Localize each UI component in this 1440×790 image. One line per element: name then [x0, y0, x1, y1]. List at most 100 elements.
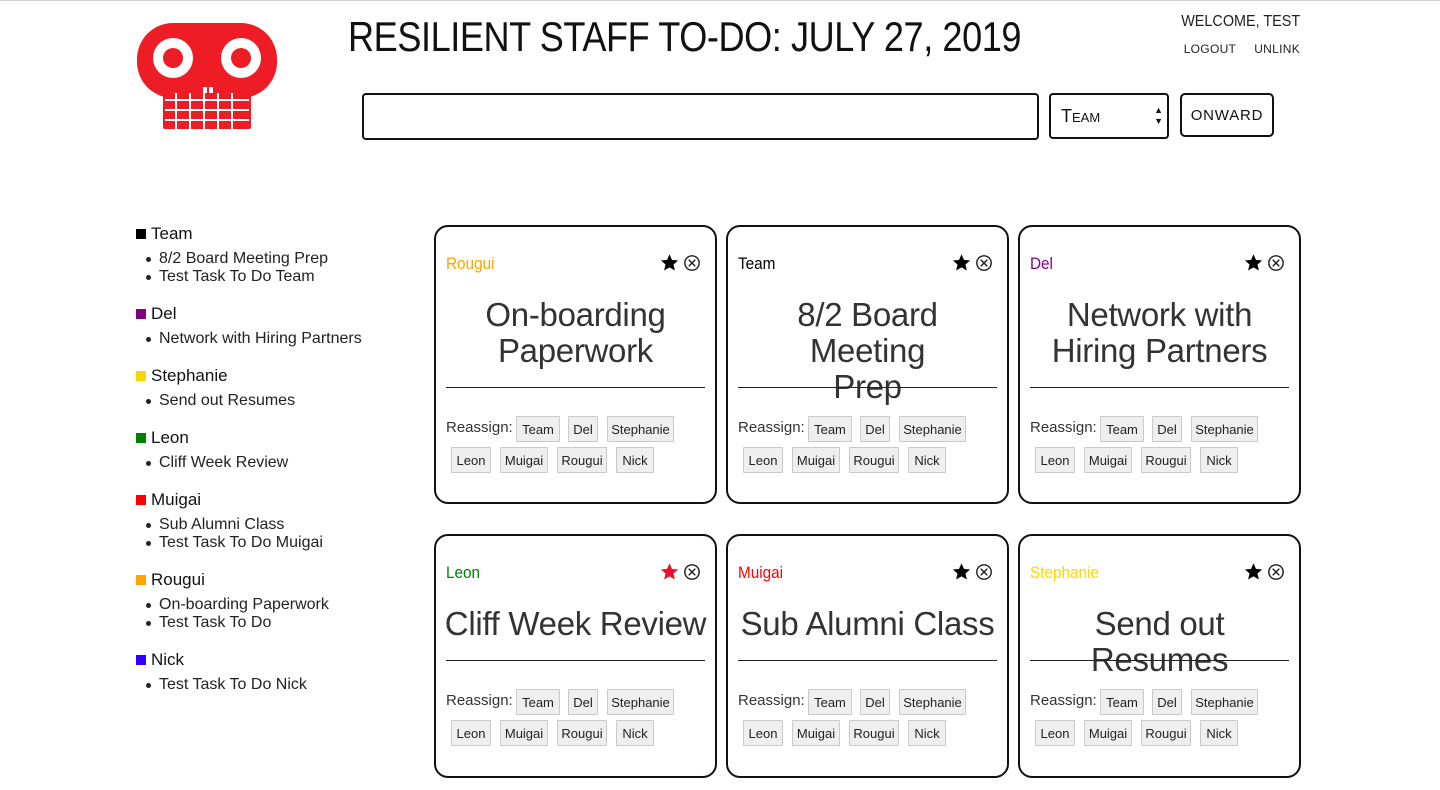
- close-icon[interactable]: [1267, 254, 1285, 272]
- roster-group: Nick Test Task To Do Nick: [136, 649, 416, 694]
- reassign-button-del[interactable]: Del: [1152, 416, 1182, 442]
- reassign-button-rougui[interactable]: Rougui: [849, 720, 899, 746]
- task-card: Del Network with Hiring Partners Reassign: T…: [1018, 225, 1301, 504]
- reassign-button-nick[interactable]: Nick: [616, 720, 654, 746]
- reassign-button-del[interactable]: Del: [1152, 689, 1182, 715]
- roster-person-label: Team: [151, 224, 193, 243]
- reassign-button-muigai[interactable]: Muigai: [1084, 720, 1132, 746]
- user-links: LOGOUT UNLINK: [1168, 42, 1300, 56]
- reassign-button-rougui[interactable]: Rougui: [849, 447, 899, 473]
- roster-task-item[interactable]: Test Task To Do Muigai: [146, 534, 416, 552]
- reassign-button-leon[interactable]: Leon: [743, 720, 783, 746]
- reassign-button-muigai[interactable]: Muigai: [500, 720, 548, 746]
- roster-task-item[interactable]: Test Task To Do Nick: [146, 676, 416, 694]
- reassign-button-muigai[interactable]: Muigai: [792, 447, 840, 473]
- card-title-line: Sub Alumni Class: [740, 605, 995, 642]
- staff-roster: Team 8/2 Board Meeting Prep Test Task To D…: [136, 223, 416, 711]
- reassign-button-team[interactable]: Team: [808, 689, 852, 715]
- roster-task-item[interactable]: 8/2 Board Meeting Prep: [146, 250, 416, 268]
- star-icon[interactable]: [1244, 562, 1263, 581]
- reassign-button-team[interactable]: Team: [1100, 689, 1144, 715]
- roster-task-item[interactable]: Test Task To Do Team: [146, 268, 416, 286]
- roster-task-item[interactable]: On-boarding Paperwork: [146, 596, 416, 614]
- reassign-button-del[interactable]: Del: [860, 689, 890, 715]
- reassign-button-rougui[interactable]: Rougui: [557, 447, 607, 473]
- card-title: On-boarding Paperwork: [444, 297, 707, 369]
- reassign-button-nick[interactable]: Nick: [908, 447, 946, 473]
- roster-task-list: Cliff Week Review: [136, 454, 416, 472]
- card-divider: [738, 660, 997, 661]
- reassign-button-stephanie[interactable]: Stephanie: [1191, 689, 1258, 715]
- reassign-button-team[interactable]: Team: [1100, 416, 1144, 442]
- reassign-button-nick[interactable]: Nick: [1200, 447, 1238, 473]
- reassign-button-rougui[interactable]: Rougui: [557, 720, 607, 746]
- close-icon[interactable]: [1267, 563, 1285, 581]
- reassign-button-leon[interactable]: Leon: [743, 447, 783, 473]
- task-card: Rougui On-boarding Paperwork Reassign: Team D…: [434, 225, 717, 504]
- roster-task-item[interactable]: Test Task To Do: [146, 614, 416, 632]
- task-input[interactable]: [362, 93, 1039, 140]
- card-owner-label: Muigai: [738, 563, 784, 582]
- card-title-line: Hiring Partners: [1051, 332, 1268, 369]
- reassign-button-muigai[interactable]: Muigai: [1084, 447, 1132, 473]
- reassign-button-del[interactable]: Del: [860, 416, 890, 442]
- reassign-button-rougui[interactable]: Rougui: [1141, 720, 1191, 746]
- user-panel: WELCOME, TEST LOGOUT UNLINK: [1168, 13, 1300, 56]
- card-divider: [1030, 660, 1289, 661]
- reassign-button-leon[interactable]: Leon: [1035, 447, 1075, 473]
- card-title-line: Send out Resumes: [1090, 605, 1229, 678]
- reassign-button-stephanie[interactable]: Stephanie: [607, 689, 674, 715]
- reassign-label: Reassign:: [738, 692, 805, 709]
- robot-skull-logo-icon: [137, 23, 277, 129]
- star-icon[interactable]: [952, 253, 971, 272]
- reassign-button-nick[interactable]: Nick: [1200, 720, 1238, 746]
- roster-group: Leon Cliff Week Review: [136, 427, 416, 472]
- close-icon[interactable]: [975, 563, 993, 581]
- close-icon[interactable]: [683, 563, 701, 581]
- roster-task-item[interactable]: Network with Hiring Partners: [146, 330, 416, 348]
- reassign-button-rougui[interactable]: Rougui: [1141, 447, 1191, 473]
- roster-task-item[interactable]: Cliff Week Review: [146, 454, 416, 472]
- reassign-button-team[interactable]: Team: [808, 416, 852, 442]
- roster-group: Del Network with Hiring Partners: [136, 303, 416, 348]
- roster-task-item[interactable]: Send out Resumes: [146, 392, 416, 410]
- reassign-button-team[interactable]: Team: [516, 689, 560, 715]
- reassign-button-leon[interactable]: Leon: [451, 447, 491, 473]
- card-title-line: Paperwork: [497, 332, 654, 369]
- card-title-line: Cliff Week Review: [444, 605, 707, 642]
- roster-person-label: Leon: [151, 428, 189, 447]
- star-icon[interactable]: [660, 562, 679, 581]
- reassign-button-muigai[interactable]: Muigai: [792, 720, 840, 746]
- reassign-button-leon[interactable]: Leon: [451, 720, 491, 746]
- roster-person-rougui: Rougui: [136, 569, 416, 591]
- assignee-select-value: Team: [1061, 105, 1101, 126]
- close-icon[interactable]: [683, 254, 701, 272]
- star-icon[interactable]: [660, 253, 679, 272]
- assignee-select[interactable]: Team ▲ ▼: [1049, 93, 1169, 139]
- star-icon[interactable]: [952, 562, 971, 581]
- roster-task-item[interactable]: Sub Alumni Class: [146, 516, 416, 534]
- card-divider: [446, 660, 705, 661]
- reassign-button-del[interactable]: Del: [568, 689, 598, 715]
- card-title: Sub Alumni Class: [736, 606, 999, 642]
- reassign-button-leon[interactable]: Leon: [1035, 720, 1075, 746]
- logout-link[interactable]: LOGOUT: [1184, 42, 1236, 56]
- reassign-button-stephanie[interactable]: Stephanie: [607, 416, 674, 442]
- star-icon[interactable]: [1244, 253, 1263, 272]
- unlink-link[interactable]: UNLINK: [1254, 42, 1300, 56]
- card-title-line: Network with: [1066, 296, 1253, 333]
- onward-button[interactable]: ONWARD: [1180, 93, 1274, 137]
- card-title: 8/2 Board Meeting Prep: [736, 297, 999, 405]
- reassign-button-stephanie[interactable]: Stephanie: [899, 416, 966, 442]
- task-card: Leon Cliff Week Review Reassign: Team Del Ste…: [434, 534, 717, 778]
- page-title: RESILIENT STAFF TO-DO: JULY 27, 2019: [348, 13, 1022, 60]
- reassign-button-del[interactable]: Del: [568, 416, 598, 442]
- card-actions: [660, 253, 701, 272]
- reassign-button-team[interactable]: Team: [516, 416, 560, 442]
- reassign-button-stephanie[interactable]: Stephanie: [899, 689, 966, 715]
- reassign-button-muigai[interactable]: Muigai: [500, 447, 548, 473]
- reassign-button-nick[interactable]: Nick: [616, 447, 654, 473]
- reassign-button-stephanie[interactable]: Stephanie: [1191, 416, 1258, 442]
- reassign-button-nick[interactable]: Nick: [908, 720, 946, 746]
- close-icon[interactable]: [975, 254, 993, 272]
